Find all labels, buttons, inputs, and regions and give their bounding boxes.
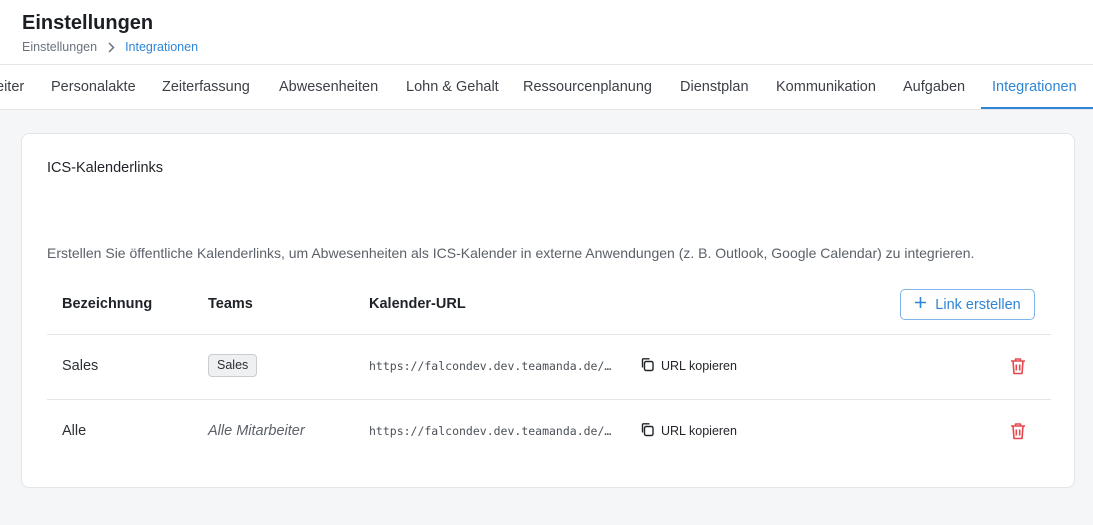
copy-url-button[interactable]: URL kopieren: [640, 357, 737, 375]
breadcrumb-settings[interactable]: Einstellungen: [22, 40, 97, 54]
calendar-url: https://falcondev.dev.teamanda.de/…: [369, 424, 612, 438]
tab-abwesenheiten[interactable]: Abwesenheiten: [279, 65, 378, 109]
row-divider: [47, 399, 1051, 400]
breadcrumb: Einstellungen Integrationen: [22, 40, 198, 54]
tab-kommunikation[interactable]: Kommunikation: [776, 65, 876, 109]
breadcrumb-integrations[interactable]: Integrationen: [125, 40, 198, 54]
row-name: Alle: [62, 423, 87, 439]
calendar-url: https://falcondev.dev.teamanda.de/…: [369, 359, 612, 373]
active-tab-indicator: [981, 107, 1093, 109]
card-description: Erstellen Sie öffentliche Kalenderlinks,…: [47, 245, 975, 261]
trash-icon[interactable]: [1009, 421, 1027, 441]
copy-icon: [640, 357, 655, 375]
copy-url-label: URL kopieren: [661, 424, 737, 438]
tab-personalakte[interactable]: Personalakte: [51, 65, 136, 109]
tab-mitarbeiter[interactable]: eiter: [0, 65, 24, 109]
page-header: Einstellungen Einstellungen Integratione…: [0, 0, 1093, 65]
column-header-name: Bezeichnung: [62, 296, 153, 312]
card-title: ICS-Kalenderlinks: [47, 160, 164, 176]
tab-dienstplan[interactable]: Dienstplan: [680, 65, 749, 109]
copy-icon: [640, 422, 655, 440]
chevron-right-icon: [108, 41, 116, 53]
header-divider: [47, 334, 1051, 335]
copy-url-button[interactable]: URL kopieren: [640, 422, 737, 440]
create-link-button[interactable]: Link erstellen: [900, 289, 1035, 320]
column-header-teams: Teams: [208, 296, 253, 312]
tab-zeiterfassung[interactable]: Zeiterfassung: [162, 65, 250, 109]
tab-lohn-gehalt[interactable]: Lohn & Gehalt: [406, 65, 499, 109]
trash-icon[interactable]: [1009, 356, 1027, 376]
tab-ressourcenplanung[interactable]: Ressourcenplanung: [523, 65, 652, 109]
page-title: Einstellungen: [22, 12, 154, 34]
create-link-label: Link erstellen: [935, 296, 1021, 313]
column-header-url: Kalender-URL: [369, 296, 466, 312]
row-name: Sales: [62, 358, 99, 374]
team-text: Alle Mitarbeiter: [208, 423, 305, 439]
ics-links-card: ICS-Kalenderlinks Erstellen Sie öffentli…: [21, 133, 1075, 488]
team-chip: Sales: [208, 354, 258, 377]
plus-icon: [914, 296, 927, 313]
tab-aufgaben[interactable]: Aufgaben: [903, 65, 965, 109]
copy-url-label: URL kopieren: [661, 359, 737, 373]
tab-integrationen[interactable]: Integrationen: [992, 65, 1077, 109]
settings-tabs: eiter Personalakte Zeiterfassung Abwesen…: [0, 65, 1093, 110]
